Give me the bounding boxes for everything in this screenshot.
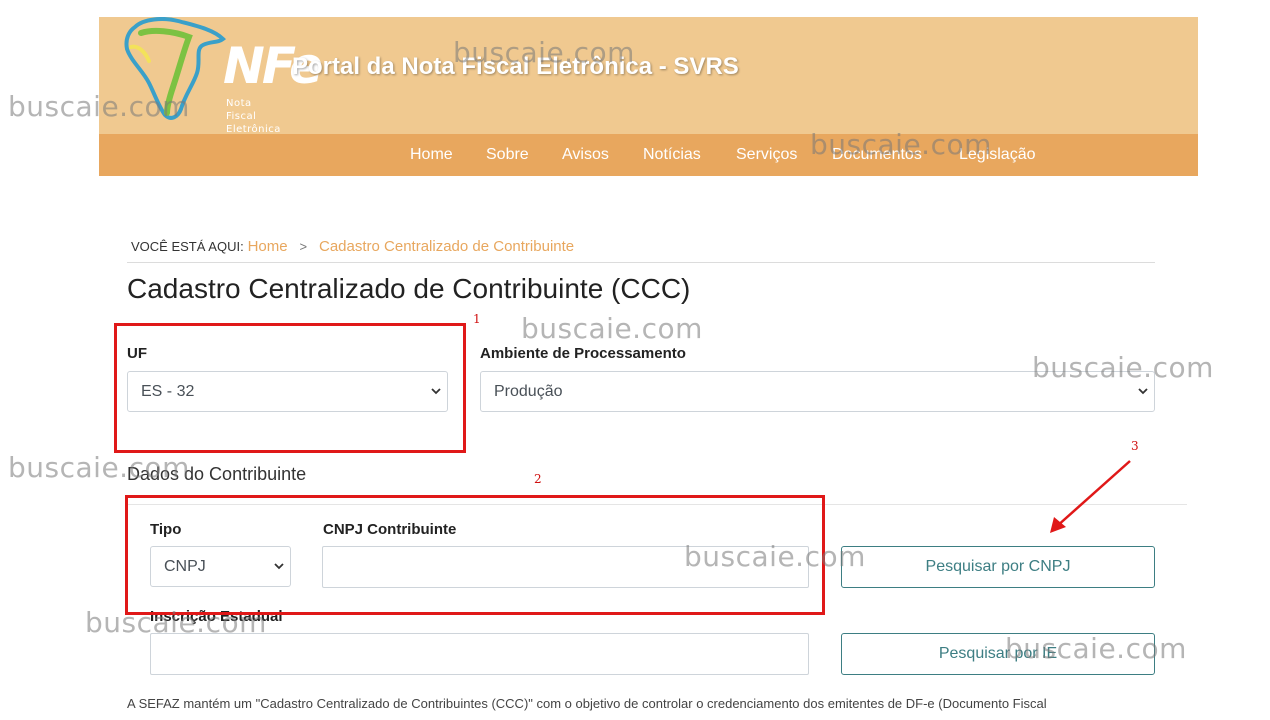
uf-select-value: ES - 32 [141, 383, 195, 400]
logo-subtitle: Nota Fiscal Eletrônica [226, 97, 283, 136]
breadcrumb-divider [127, 262, 1155, 263]
breadcrumb-label: VOCÊ ESTÁ AQUI: [131, 239, 244, 254]
ie-label: Inscrição Estadual [150, 608, 283, 625]
nav-documentos[interactable]: Documentos [832, 146, 922, 164]
pesquisar-cnpj-button[interactable]: Pesquisar por CNPJ [841, 546, 1155, 588]
nav-legislacao[interactable]: Legislação [959, 146, 1036, 164]
annotation-arrow-icon [1050, 460, 1131, 533]
nfe-logo[interactable]: NFe Nota Fiscal Eletrônica [123, 17, 323, 135]
ie-input[interactable] [150, 633, 809, 675]
site-header: NFe Nota Fiscal Eletrônica Portal da Not… [99, 17, 1198, 176]
nav-noticias[interactable]: Notícias [643, 146, 701, 164]
uf-label: UF [127, 345, 147, 362]
annotation-number-3: 3 [1131, 439, 1139, 453]
chevron-down-icon [431, 388, 441, 395]
nav-avisos[interactable]: Avisos [562, 146, 609, 164]
portal-title: Portal da Nota Fiscal Eletrônica - SVRS [292, 53, 739, 80]
annotation-number-2: 2 [534, 472, 542, 486]
page-title: Cadastro Centralizado de Contribuinte (C… [127, 273, 691, 304]
description-text: A SEFAZ mantém um "Cadastro Centralizado… [127, 696, 1047, 711]
main-nav-bar: Home Sobre Avisos Notícias Serviços Docu… [99, 134, 1198, 176]
section-divider [127, 504, 1187, 505]
breadcrumb-home-link[interactable]: Home [248, 238, 288, 255]
main-nav: Home Sobre Avisos Notícias Serviços Docu… [99, 134, 1198, 176]
tipo-label: Tipo [150, 521, 182, 538]
ambiente-label: Ambiente de Processamento [480, 345, 686, 362]
tipo-select-value: CNPJ [164, 558, 206, 575]
ambiente-select-value: Produção [494, 383, 563, 400]
header-banner: NFe Nota Fiscal Eletrônica Portal da Not… [99, 17, 1198, 135]
nav-servicos[interactable]: Serviços [736, 146, 797, 164]
breadcrumb: VOCÊ ESTÁ AQUI: Home > Cadastro Centrali… [131, 238, 574, 255]
logo-subtitle-line1: Nota Fiscal [226, 98, 257, 122]
brazil-map-icon [124, 17, 226, 120]
tipo-select[interactable]: CNPJ [150, 546, 291, 587]
cnpj-label: CNPJ Contribuinte [323, 521, 457, 538]
chevron-down-icon [1138, 388, 1148, 395]
breadcrumb-current[interactable]: Cadastro Centralizado de Contribuinte [319, 238, 574, 255]
ambiente-select[interactable]: Produção [480, 371, 1155, 412]
nav-home[interactable]: Home [410, 146, 453, 164]
pesquisar-ie-button[interactable]: Pesquisar por IE [841, 633, 1155, 675]
watermark: buscaie.com [521, 312, 703, 345]
nav-sobre[interactable]: Sobre [486, 146, 529, 164]
cnpj-input[interactable] [322, 546, 809, 588]
uf-select[interactable]: ES - 32 [127, 371, 448, 412]
annotation-number-1: 1 [473, 312, 481, 326]
chevron-down-icon [274, 563, 284, 570]
section-title-dados-contribuinte: Dados do Contribuinte [127, 464, 307, 484]
breadcrumb-separator: > [299, 239, 308, 254]
